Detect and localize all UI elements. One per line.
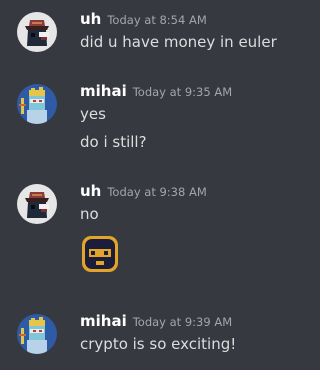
timestamp: Today at 9:39 AM	[132, 315, 233, 329]
message-text: no	[80, 205, 99, 223]
user-avatar[interactable]	[17, 84, 57, 124]
message-text: yes	[80, 105, 106, 123]
pixel-face-avatar-icon	[17, 84, 57, 124]
author-name[interactable]: uh	[80, 10, 101, 28]
timestamp: Today at 9:38 AM	[107, 185, 207, 199]
balaclava-emoji-icon[interactable]	[80, 234, 120, 278]
author-name[interactable]: uh	[80, 182, 101, 200]
timestamp: Today at 9:35 AM	[132, 85, 233, 99]
pixel-face-avatar-icon	[17, 314, 57, 354]
author-name[interactable]: mihai	[80, 312, 127, 330]
timestamp: Today at 8:54 AM	[107, 13, 207, 27]
message-text: do i still?	[80, 133, 147, 151]
author-name[interactable]: mihai	[80, 82, 127, 100]
hat-character-avatar-icon	[17, 12, 57, 52]
message-text: crypto is so exciting!	[80, 335, 237, 353]
user-avatar[interactable]	[17, 314, 57, 354]
message-text: did u have money in euler	[80, 33, 277, 51]
user-avatar[interactable]	[17, 12, 57, 52]
user-avatar[interactable]	[17, 184, 57, 224]
hat-character-avatar-icon	[17, 184, 57, 224]
